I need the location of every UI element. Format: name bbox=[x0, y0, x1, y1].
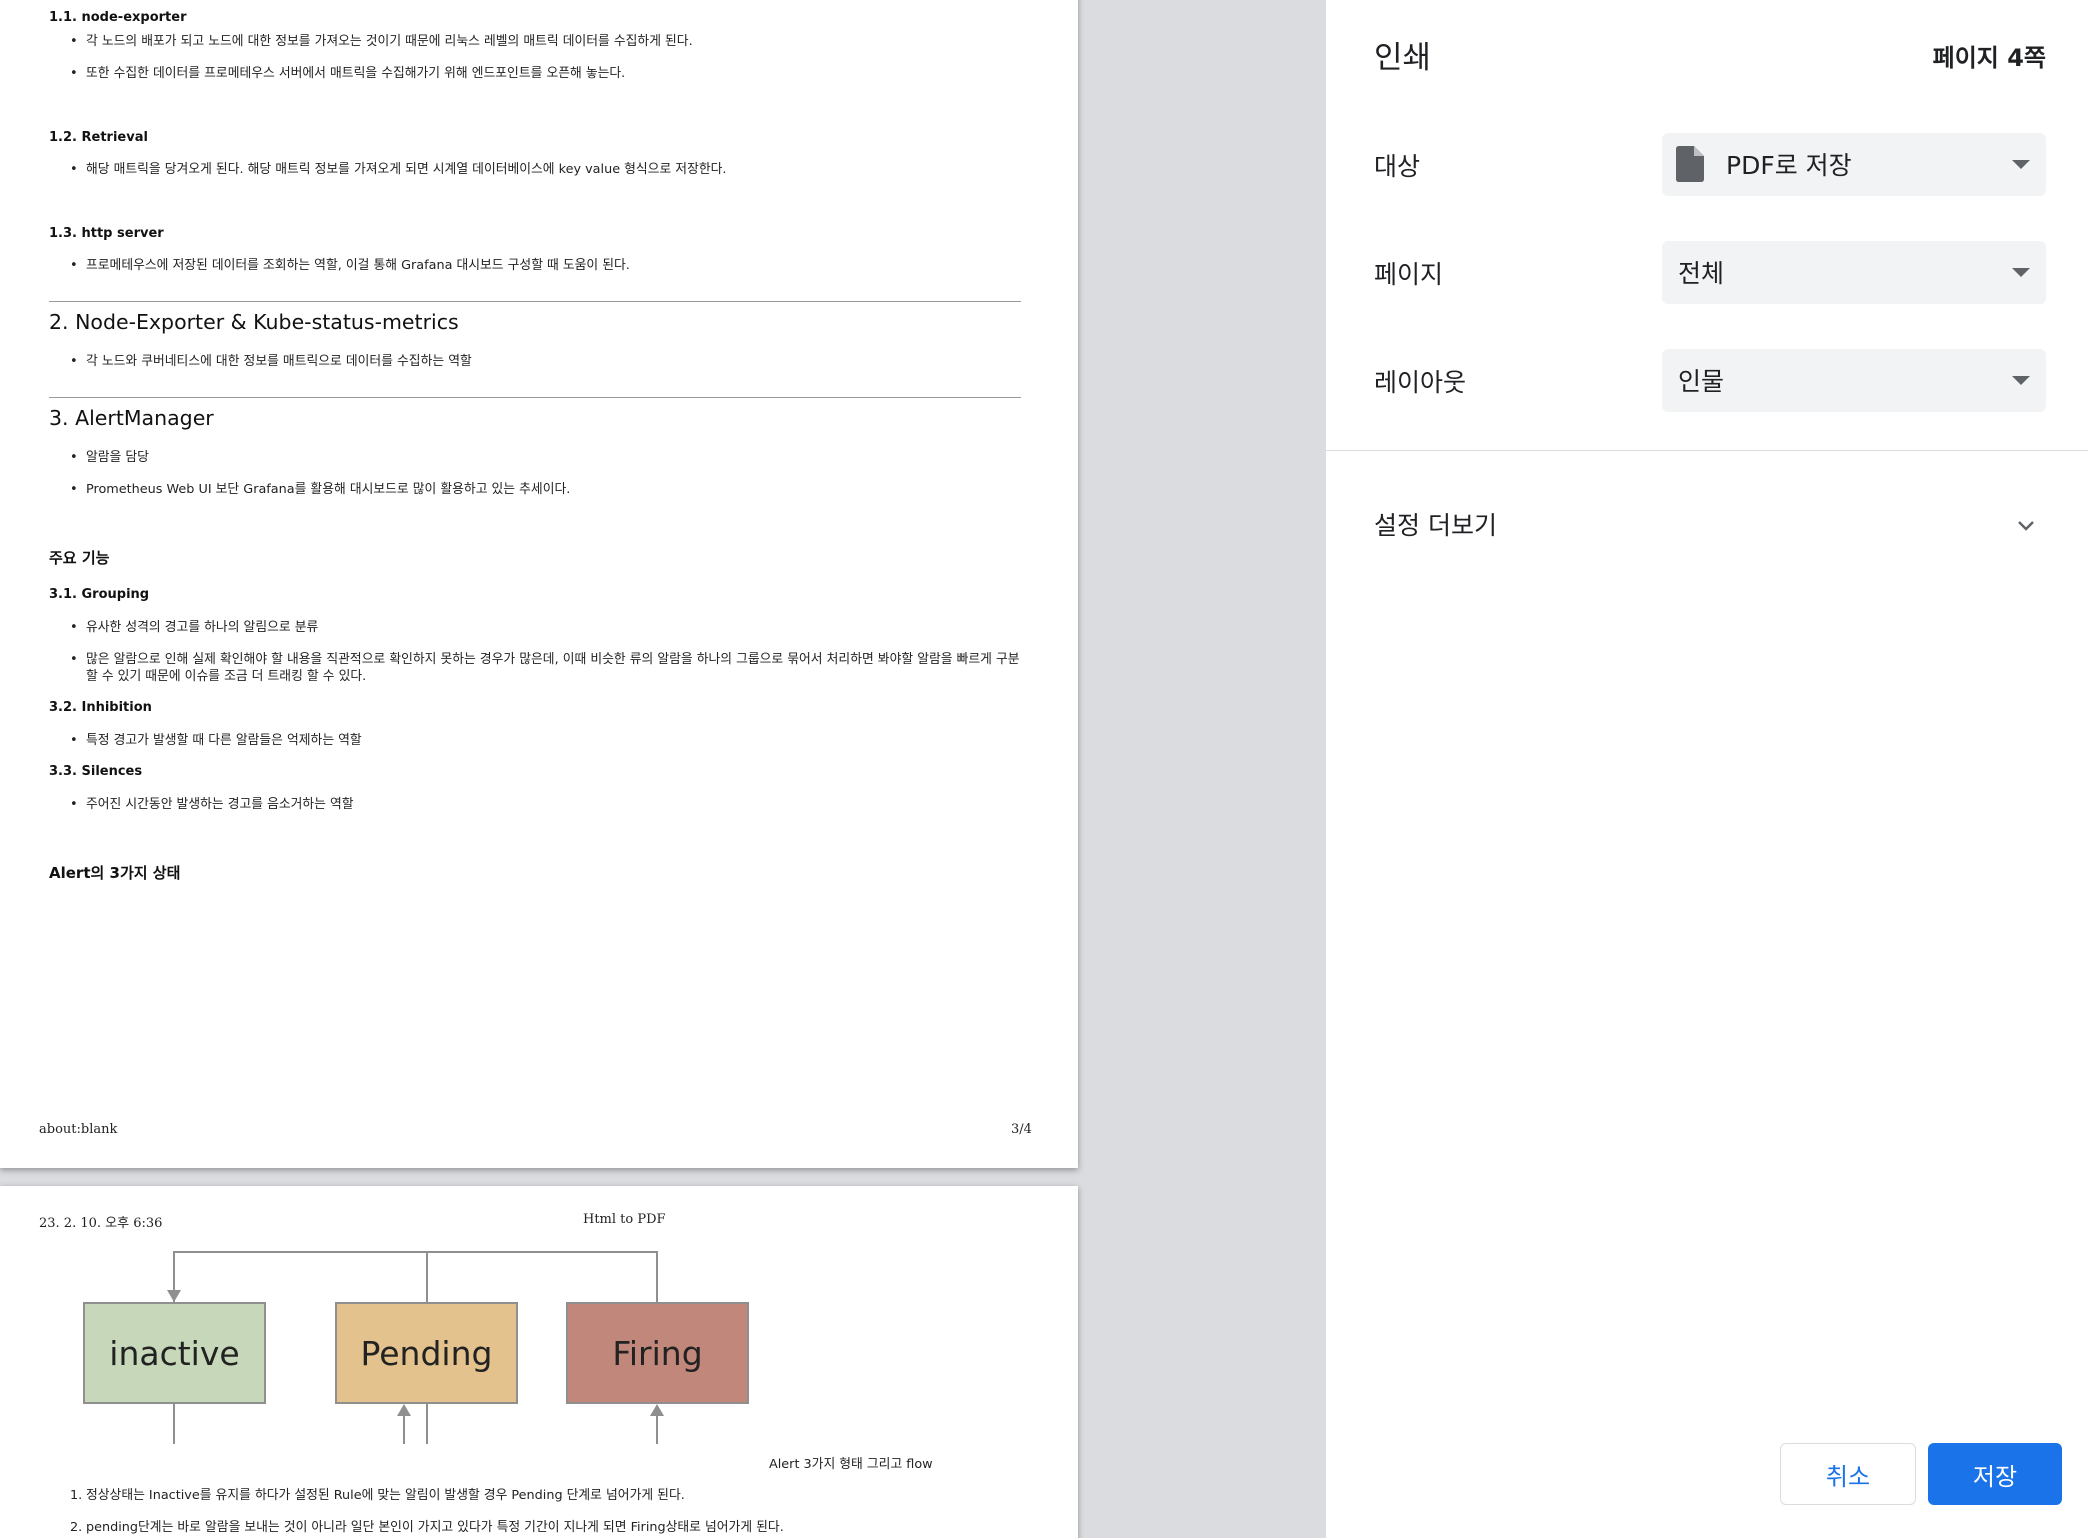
heading-node-exporter: 1.1. node-exporter bbox=[49, 10, 187, 25]
list-item: 2. pending단계는 바로 알람을 보내는 것이 아니라 일단 본인이 가지… bbox=[70, 1516, 784, 1535]
cancel-button[interactable]: 취소 bbox=[1780, 1443, 1916, 1505]
state-pending: Pending bbox=[335, 1302, 518, 1404]
heading-silences: 3.3. Silences bbox=[49, 764, 143, 779]
save-button[interactable]: 저장 bbox=[1928, 1443, 2062, 1505]
heading-inhibition: 3.2. Inhibition bbox=[49, 700, 152, 715]
list-number: 2. bbox=[70, 1520, 83, 1535]
destination-label: 대상 bbox=[1374, 152, 1421, 181]
list-item: 알람을 담당 bbox=[70, 449, 1021, 466]
list-item: 주어진 시간동안 발생하는 경고를 음소거하는 역할 bbox=[70, 796, 1021, 813]
heading-grouping: 3.1. Grouping bbox=[49, 587, 150, 602]
layout-select[interactable]: 인물 bbox=[1662, 349, 2046, 412]
list-item: 프로메테우스에 저장된 데이터를 조회하는 역할, 이걸 통해 Grafana … bbox=[70, 257, 1021, 274]
preview-page-4: 23. 2. 10. 오후 6:36 Html to PDF inactive … bbox=[0, 1186, 1078, 1538]
state-label: Pending bbox=[360, 1333, 493, 1373]
heading-alert-states: Alert의 3가지 상태 bbox=[49, 864, 181, 882]
list-item: 각 노드와 쿠버네티스에 대한 정보를 매트릭으로 데이터를 수집하는 역할 bbox=[70, 353, 1021, 370]
page-header-title: Html to PDF bbox=[583, 1212, 666, 1227]
print-preview-area: 1.1. node-exporter 각 노드의 배포가 되고 노드에 대한 정… bbox=[0, 0, 1326, 1538]
heading-main-features: 주요 기능 bbox=[49, 549, 110, 567]
file-icon bbox=[1676, 146, 1704, 182]
heading-node-exporter-kube: 2. Node-Exporter & Kube-status-metrics bbox=[49, 310, 459, 334]
diagram-caption: Alert 3가지 형태 그리고 flow bbox=[769, 1457, 933, 1472]
page-footer-url: about:blank bbox=[39, 1122, 118, 1137]
list-text: 정상상태는 Inactive를 유지를 하다가 설정된 Rule에 맞는 알림이… bbox=[86, 1488, 685, 1503]
state-firing: Firing bbox=[566, 1302, 749, 1404]
page-header-date: 23. 2. 10. 오후 6:36 bbox=[39, 1216, 163, 1231]
state-label: inactive bbox=[109, 1333, 240, 1373]
layout-value: 인물 bbox=[1678, 367, 1725, 396]
panel-title: 인쇄 bbox=[1374, 40, 1432, 76]
list-item: Prometheus Web UI 보단 Grafana를 활용해 대시보드로 … bbox=[70, 481, 1021, 498]
list-item: 각 노드의 배포가 되고 노드에 대한 정보를 가져오는 것이기 때문에 리눅스… bbox=[70, 33, 1021, 50]
layout-label: 레이아웃 bbox=[1374, 368, 1467, 397]
chevron-down-icon bbox=[2012, 376, 2030, 385]
expand-chevron-icon[interactable] bbox=[2016, 516, 2036, 536]
section-divider bbox=[49, 397, 1021, 398]
more-settings-toggle[interactable]: 설정 더보기 bbox=[1374, 506, 1497, 542]
list-text: pending단계는 바로 알람을 보내는 것이 아니라 일단 본인이 가지고 … bbox=[86, 1520, 784, 1535]
list-item: 유사한 성격의 경고를 하나의 알림으로 분류 bbox=[70, 619, 1021, 636]
list-item: 또한 수집한 데이터를 프로메테우스 서버에서 매트릭을 수집해가기 위해 엔드… bbox=[70, 65, 1021, 82]
pages-value: 전체 bbox=[1678, 259, 1725, 288]
heading-alertmanager: 3. AlertManager bbox=[49, 406, 214, 430]
panel-divider bbox=[1326, 450, 2088, 451]
heading-http-server: 1.3. http server bbox=[49, 226, 164, 241]
preview-page-3: 1.1. node-exporter 각 노드의 배포가 되고 노드에 대한 정… bbox=[0, 0, 1078, 1168]
destination-value: PDF로 저장 bbox=[1726, 151, 1852, 180]
pages-select[interactable]: 전체 bbox=[1662, 241, 2046, 304]
chevron-down-icon bbox=[2012, 268, 2030, 277]
page-count: 페이지 4쪽 bbox=[1932, 44, 2046, 72]
list-item: 특정 경고가 발생할 때 다른 알람들은 억제하는 역할 bbox=[70, 732, 1021, 749]
pages-label: 페이지 bbox=[1374, 260, 1444, 289]
page-footer-number: 3/4 bbox=[1011, 1122, 1032, 1137]
list-item: 1. 정상상태는 Inactive를 유지를 하다가 설정된 Rule에 맞는 알… bbox=[70, 1484, 685, 1503]
list-number: 1. bbox=[70, 1488, 83, 1503]
section-divider bbox=[49, 301, 1021, 302]
chevron-down-icon bbox=[2012, 160, 2030, 169]
print-settings-panel: 인쇄 페이지 4쪽 대상 PDF로 저장 페이지 전체 레이아웃 인물 설정 더… bbox=[1326, 0, 2088, 1538]
state-label: Firing bbox=[612, 1333, 703, 1373]
alert-state-flow-diagram: inactive Pending Firing bbox=[70, 1244, 760, 1444]
state-inactive: inactive bbox=[83, 1302, 266, 1404]
destination-select[interactable]: PDF로 저장 bbox=[1662, 133, 2046, 196]
heading-retrieval: 1.2. Retrieval bbox=[49, 130, 148, 145]
list-item: 해당 매트릭을 당겨오게 된다. 해당 매트릭 정보를 가져오게 되면 시계열 … bbox=[70, 161, 1021, 178]
list-item: 많은 알람으로 인해 실제 확인해야 할 내용을 직관적으로 확인하지 못하는 … bbox=[70, 651, 1021, 685]
